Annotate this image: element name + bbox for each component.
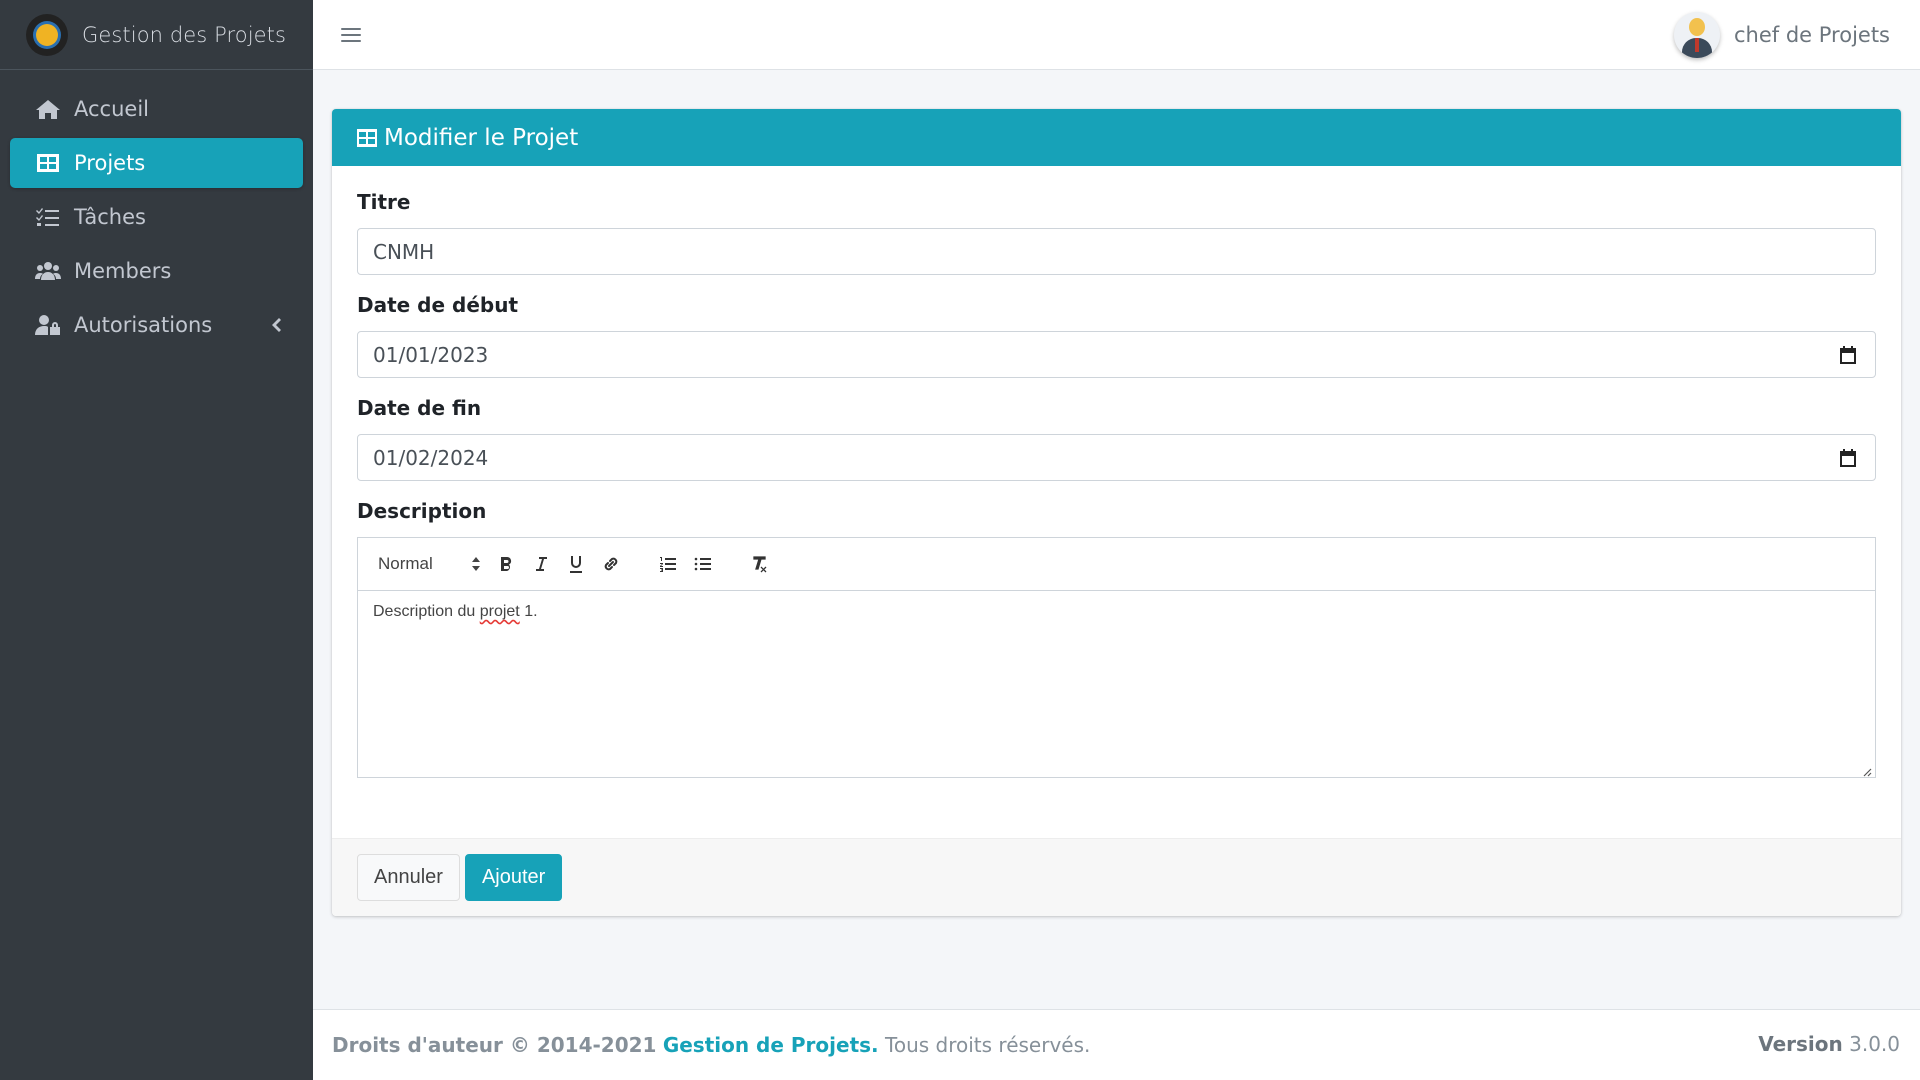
- description-label: Description: [357, 499, 487, 523]
- avatar: [1673, 12, 1720, 58]
- version-value: 3.0.0: [1849, 1032, 1900, 1056]
- titre-value: CNMH: [373, 239, 435, 264]
- table-icon: [356, 128, 378, 148]
- bold-icon[interactable]: [488, 549, 523, 579]
- card-header: Modifier le Projet: [332, 109, 1901, 166]
- description-text-misspelled: projet: [479, 603, 520, 620]
- card-footer: Annuler Ajouter: [332, 838, 1901, 916]
- menu-toggle-icon[interactable]: [341, 26, 361, 44]
- sidebar-item-members[interactable]: Members: [10, 246, 303, 296]
- sidebar-item-label: Tâches: [74, 205, 146, 229]
- date-debut-input[interactable]: 01/01/2023: [357, 331, 1876, 378]
- date-fin-group: Date de fin 01/02/2024: [357, 396, 1876, 481]
- date-debut-label: Date de début: [357, 293, 519, 317]
- sidebar-item-label: Autorisations: [74, 313, 213, 337]
- date-fin-label: Date de fin: [357, 396, 482, 420]
- page-footer: Droits d'auteur © 2014-2021 Gestion de P…: [313, 1009, 1920, 1080]
- sidebar-item-autorisations[interactable]: Autorisations: [10, 300, 303, 350]
- titre-input[interactable]: CNMH: [357, 228, 1876, 275]
- table-icon: [34, 151, 62, 175]
- version-info: Version 3.0.0: [1758, 1032, 1900, 1056]
- description-editor[interactable]: Description du projet 1.: [358, 591, 1875, 777]
- format-select-value: Normal: [378, 554, 433, 573]
- user-menu[interactable]: chef de Projets: [1673, 10, 1890, 60]
- home-icon: [34, 97, 62, 121]
- card-title: Modifier le Projet: [384, 124, 579, 151]
- sidebar-item-projets[interactable]: Projets: [10, 138, 303, 188]
- resize-grip-icon[interactable]: [1862, 764, 1872, 777]
- date-debut-group: Date de début 01/01/2023: [357, 293, 1876, 378]
- titre-group: Titre CNMH: [357, 190, 1876, 275]
- version-label: Version: [1758, 1032, 1843, 1056]
- clear-format-icon[interactable]: [742, 549, 777, 579]
- date-fin-input[interactable]: 01/02/2024: [357, 434, 1876, 481]
- brand-title: Gestion des Projets: [82, 22, 287, 47]
- chevron-left-icon[interactable]: [269, 315, 283, 333]
- description-group: Description Normal Description du projet…: [357, 499, 1876, 778]
- titre-label: Titre: [357, 190, 411, 214]
- link-icon[interactable]: [593, 549, 628, 579]
- user-lock-icon: [34, 313, 62, 337]
- card-body: Titre CNMH Date de début 01/01/2023 Date…: [332, 166, 1901, 778]
- calendar-icon[interactable]: [1839, 345, 1857, 365]
- users-icon: [34, 259, 62, 283]
- sidebar-item-label: Members: [74, 259, 172, 283]
- submit-button[interactable]: Ajouter: [464, 854, 563, 901]
- select-arrows-icon: [471, 556, 481, 572]
- footer-rights: Tous droits réservés.: [885, 1033, 1091, 1057]
- sidebar-nav: Accueil Projets Tâches Members Autorisat…: [0, 70, 313, 350]
- sidebar-item-taches[interactable]: Tâches: [10, 192, 303, 242]
- bullet-list-icon[interactable]: [685, 549, 720, 579]
- italic-icon[interactable]: [523, 549, 558, 579]
- date-fin-value: 01/02/2024: [373, 445, 489, 470]
- brand-link[interactable]: Gestion des Projets: [0, 0, 313, 70]
- top-navbar: chef de Projets: [313, 0, 1920, 70]
- description-text-before: Description du: [373, 603, 480, 620]
- format-select[interactable]: Normal: [378, 554, 488, 574]
- tasks-icon: [34, 205, 62, 229]
- sidebar-item-label: Projets: [74, 151, 146, 175]
- description-text-after: 1.: [519, 603, 538, 620]
- footer-copyright: Droits d'auteur © 2014-2021: [332, 1033, 657, 1057]
- sidebar: Gestion des Projets Accueil Projets Tâch…: [0, 0, 313, 1080]
- underline-icon[interactable]: [558, 549, 593, 579]
- sidebar-item-label: Accueil: [74, 97, 149, 121]
- user-name: chef de Projets: [1733, 23, 1890, 47]
- edit-project-card: Modifier le Projet Titre CNMH Date de dé…: [332, 109, 1901, 916]
- cancel-button[interactable]: Annuler: [357, 854, 460, 901]
- ordered-list-icon[interactable]: [650, 549, 685, 579]
- date-debut-value: 01/01/2023: [373, 342, 489, 367]
- brand-logo-icon: [26, 13, 68, 56]
- calendar-icon[interactable]: [1839, 448, 1857, 468]
- footer-brand-link[interactable]: Gestion de Projets.: [663, 1033, 879, 1057]
- editor-toolbar: Normal: [358, 538, 1875, 591]
- sidebar-item-accueil[interactable]: Accueil: [10, 84, 303, 134]
- rich-text-editor: Normal Description du projet 1.: [357, 537, 1876, 778]
